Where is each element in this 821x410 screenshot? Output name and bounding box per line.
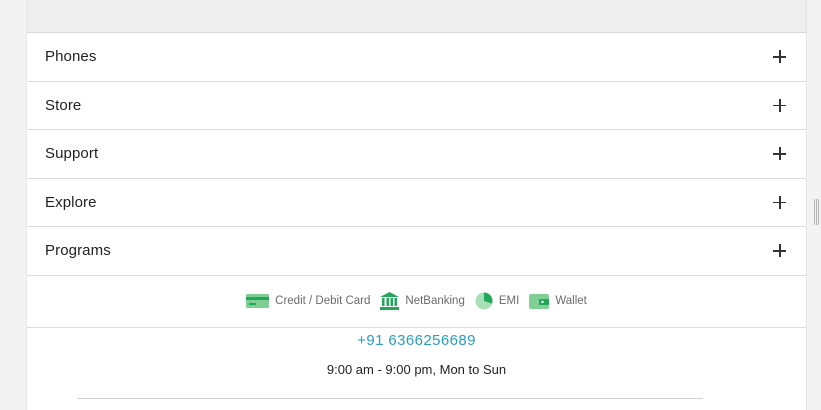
payment-netbanking: NetBanking [380, 292, 465, 310]
plus-icon[interactable] [773, 98, 786, 112]
payment-wallet: Wallet [529, 293, 587, 310]
accordion-label: Support [45, 145, 99, 163]
phone-link[interactable]: +91 6366256689 [27, 332, 806, 349]
accordion-item-explore[interactable]: Explore [27, 179, 806, 227]
credit-card-icon [246, 294, 270, 308]
plus-icon[interactable] [773, 244, 786, 258]
payment-label: Wallet [555, 295, 587, 307]
accordion-item-store[interactable]: Store [27, 82, 806, 130]
top-band [27, 0, 806, 33]
payment-emi: EMI [475, 292, 519, 310]
accordion-item-support[interactable]: Support [27, 130, 806, 179]
payment-label: EMI [498, 295, 520, 307]
plus-icon[interactable] [773, 195, 786, 209]
accordion-label: Phones [45, 48, 97, 66]
contact-block: +91 6366256689 9:00 am - 9:00 pm, Mon to… [27, 332, 806, 377]
accordion-item-programs[interactable]: Programs [27, 227, 806, 276]
payment-label: NetBanking [405, 295, 465, 307]
accordion-label: Store [45, 96, 82, 114]
plus-icon[interactable] [773, 147, 786, 161]
pie-chart-icon [475, 292, 493, 310]
payment-methods: Credit / Debit Card NetBanking EMI Walle… [27, 276, 806, 328]
bank-icon [380, 292, 400, 310]
accordion-item-phones[interactable]: Phones [27, 33, 806, 82]
plus-icon[interactable] [773, 50, 786, 64]
support-hours: 9:00 am - 9:00 pm, Mon to Sun [326, 361, 507, 377]
wallet-icon [529, 293, 550, 309]
payment-label: Credit / Debit Card [275, 295, 371, 307]
footer-panel: Phones Store Support Explore Programs Cr… [26, 0, 807, 410]
divider [77, 398, 703, 399]
payment-credit-card: Credit / Debit Card [246, 293, 370, 309]
accordion-label: Explore [45, 193, 97, 211]
accordion-label: Programs [45, 242, 111, 260]
scrollbar-grip[interactable] [814, 199, 819, 225]
